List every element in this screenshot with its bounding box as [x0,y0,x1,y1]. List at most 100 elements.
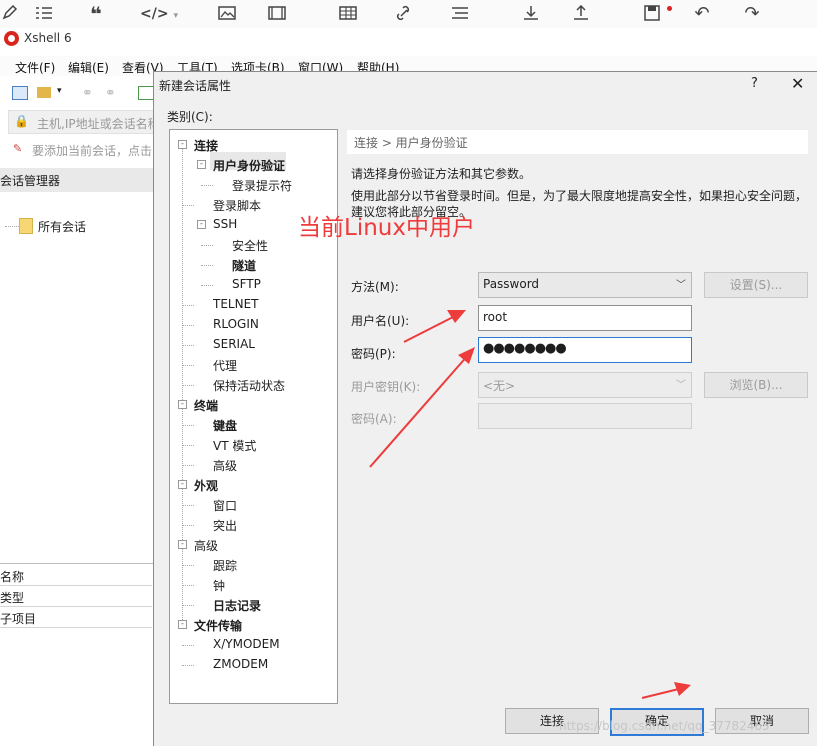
table-icon[interactable] [339,5,359,23]
tree-item[interactable]: 外观 [194,477,218,494]
save-icon[interactable] [643,5,663,23]
redo-icon[interactable]: ↷ [742,5,762,23]
tree-collapse-icon[interactable]: - [178,140,187,149]
tree-item[interactable]: 文件传输 [194,617,242,634]
app-toolbar: ▾ ⚭ ⚭ [0,80,160,108]
tree-connector [182,205,194,206]
quote-icon[interactable]: ❝ [86,4,106,24]
passphrase-input[interactable] [478,403,692,429]
disconnect-icon[interactable]: ⚭ [105,86,116,101]
tree-connector [182,385,194,386]
tree-item[interactable]: ZMODEM [213,657,268,671]
property-row: 名称 [0,565,152,586]
tree-connector [182,505,194,506]
connect-icon[interactable]: ⚭ [82,86,93,101]
tree-item[interactable]: 用户身份验证 [213,157,285,174]
tree-item[interactable]: 突出 [213,517,237,534]
help-button[interactable]: ? [751,76,758,91]
browse-button[interactable]: 浏览(B)... [704,372,808,398]
menu-edit[interactable]: 编辑(E) [68,59,109,76]
tree-item[interactable]: 登录提示符 [232,177,292,194]
properties-icon[interactable] [138,86,154,100]
all-sessions-node[interactable]: 所有会话 [38,218,86,235]
settings-button[interactable]: 设置(S)... [704,272,808,298]
open-folder-icon[interactable] [37,87,51,98]
dropdown-arrow-icon[interactable]: ▾ [57,86,62,96]
tree-connector [182,585,194,586]
arrow-head [458,347,475,364]
chevron-down-icon: ﹀ [676,280,686,291]
undo-icon[interactable]: ↶ [692,5,712,23]
user-key-value: <无> [483,379,516,393]
tree-item[interactable]: 高级 [194,537,218,554]
session-manager-header: 会话管理器 [0,168,160,192]
tree-connector [201,185,213,186]
video-icon[interactable] [268,5,288,23]
password-label: 密码(P): [351,347,396,361]
username-input[interactable]: root [478,305,692,331]
tree-item[interactable]: 日志记录 [213,597,261,614]
tree-connector [182,665,194,666]
user-key-select[interactable]: <无> ﹀ [478,372,692,398]
property-type: 类型 [0,591,25,605]
description-text: 请选择身份验证方法和其它参数。 [351,167,532,181]
list-icon[interactable] [35,5,55,23]
tree-item[interactable]: SERIAL [213,337,255,351]
tree-item[interactable]: SSH [213,217,237,231]
download-icon[interactable] [522,5,542,23]
tree-item[interactable]: 安全性 [232,237,268,254]
tree-collapse-icon[interactable]: - [197,160,206,169]
tree-item[interactable]: 跟踪 [213,557,237,574]
tree-connector [201,285,213,286]
menu-file[interactable]: 文件(F) [15,59,55,76]
method-select[interactable]: Password ﹀ [478,272,692,298]
close-button[interactable]: ✕ [791,74,804,93]
image-icon[interactable] [218,5,238,23]
password-value: ●●●●●●●● [483,341,567,356]
annotation-text: 当前Linux中用户 [298,215,475,241]
user-key-label: 用户密钥(K): [351,380,421,394]
tree-connector [182,325,194,326]
tree-item[interactable]: 保持活动状态 [213,377,285,394]
tree-item[interactable]: 高级 [213,457,237,474]
tree-item[interactable]: 连接 [194,137,218,154]
tree-item[interactable]: 终端 [194,397,218,414]
tree-item[interactable]: 钟 [213,577,225,594]
tree-item[interactable]: 键盘 [213,417,237,434]
tree-item[interactable]: 代理 [213,357,237,374]
tree-item[interactable]: 登录脚本 [213,197,261,214]
tree-connector [182,605,194,606]
tree-item[interactable]: X/YMODEM [213,637,280,651]
new-session-icon[interactable] [12,86,28,100]
property-row: 子项目 [0,607,152,628]
tree-collapse-icon[interactable]: - [178,540,187,549]
tree-item[interactable]: RLOGIN [213,317,259,331]
tree-collapse-icon[interactable]: - [178,400,187,409]
tree-collapse-icon[interactable]: - [178,620,187,629]
tree-collapse-icon[interactable]: - [197,220,206,229]
notification-dot [667,6,672,11]
password-input[interactable]: ●●●●●●●● [478,337,692,363]
upload-icon[interactable] [572,5,592,23]
tree-connector [182,305,194,306]
tree-connector [182,525,194,526]
address-placeholder: 主机,IP地址或会话名称 [37,117,160,131]
app-titlebar: Xshell 6 [0,28,817,50]
tree-collapse-icon[interactable]: - [178,480,187,489]
tree-connector [182,565,194,566]
lock-icon: 🔒 [14,114,29,128]
tree-item[interactable]: TELNET [213,297,259,311]
tree-item[interactable]: SFTP [232,277,261,291]
property-name: 名称 [0,570,25,584]
tree-connector [5,226,19,227]
tree-item[interactable]: VT 模式 [213,437,256,454]
edit-icon[interactable] [2,5,22,23]
address-bar[interactable]: 🔒 主机,IP地址或会话名称 [8,110,160,134]
tree-item[interactable]: 隧道 [232,257,256,274]
tree-connector [182,465,194,466]
link-icon[interactable] [395,5,415,23]
checklist-icon[interactable] [451,5,471,23]
tree-connector [182,365,194,366]
code-icon[interactable]: </> ▾ [140,5,180,23]
tree-item[interactable]: 窗口 [213,497,237,514]
